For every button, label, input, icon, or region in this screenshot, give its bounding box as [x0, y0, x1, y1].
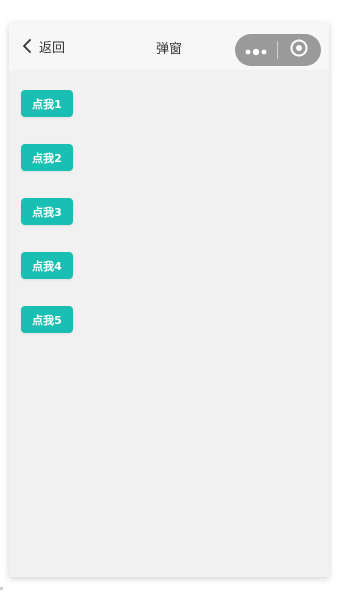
back-label: 返回	[39, 40, 66, 56]
popup-button-3[interactable]: 点我3	[21, 198, 73, 225]
navigation-bar: 返回 弹窗	[9, 22, 329, 70]
more-menu-button[interactable]	[235, 34, 277, 66]
mini-program-capsule	[235, 34, 321, 66]
back-button[interactable]: 返回	[19, 36, 65, 56]
popup-button-4[interactable]: 点我4	[21, 252, 73, 279]
target-circle-icon	[290, 39, 308, 61]
popup-button-5[interactable]: 点我5	[21, 306, 73, 333]
chevron-left-icon	[19, 38, 35, 54]
popup-button-1[interactable]: 点我1	[21, 90, 73, 117]
close-mini-program-button[interactable]	[278, 34, 320, 66]
phone-frame: 返回 弹窗 点我1 点我2 点我3 点我4 点我5	[9, 22, 329, 577]
popup-button-2[interactable]: 点我2	[21, 144, 73, 171]
corner-mark	[0, 587, 3, 590]
more-dots-icon	[245, 41, 267, 60]
